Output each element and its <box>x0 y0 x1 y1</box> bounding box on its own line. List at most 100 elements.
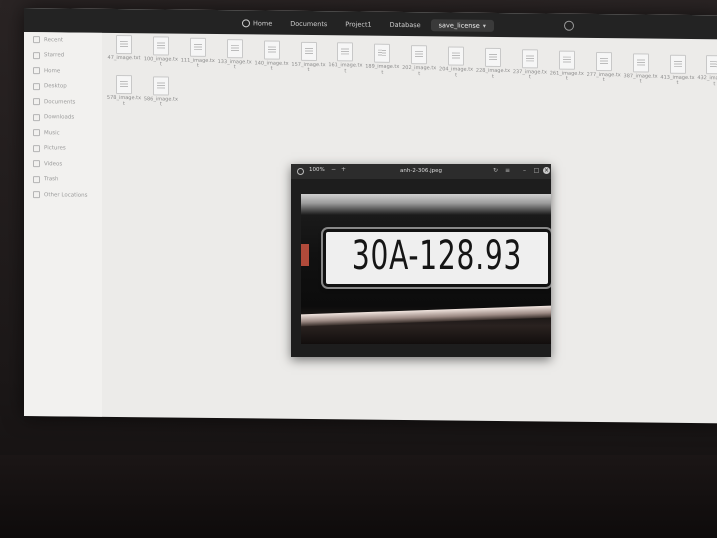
file-item[interactable]: 189_image.txt <box>364 43 400 76</box>
license-plate-photo: 30A-128.93 <box>301 194 551 344</box>
file-name: 228_image.txt <box>475 67 511 80</box>
text-file-icon <box>152 76 169 96</box>
file-item[interactable]: 261_image.txt <box>549 50 585 82</box>
taillight <box>301 244 309 266</box>
text-file-icon <box>300 41 317 61</box>
file-item[interactable]: 277_image.txt <box>586 51 622 84</box>
sidebar-item-icon <box>33 129 40 137</box>
file-name: 586_image.txt <box>143 96 178 108</box>
sidebar-item[interactable]: Videos <box>24 156 102 172</box>
plate-number: 30A-128.93 <box>351 233 523 279</box>
file-name: 202_image.txt <box>402 65 437 77</box>
file-name: 237_image.txt <box>512 69 547 81</box>
text-file-icon <box>448 46 465 66</box>
home-icon <box>242 19 250 28</box>
breadcrumb-home[interactable]: Home <box>234 17 280 29</box>
sidebar-item-icon <box>33 191 40 199</box>
sidebar-item[interactable]: Recent <box>24 32 102 48</box>
text-file-icon <box>669 54 686 74</box>
breadcrumb-save-license[interactable]: save_license ▾ <box>430 19 494 32</box>
breadcrumb-current-label: save_license <box>438 21 480 30</box>
text-file-icon <box>189 37 206 57</box>
sidebar-item-icon <box>33 67 40 75</box>
sidebar-item-icon <box>33 160 40 168</box>
search-icon[interactable] <box>564 20 574 31</box>
text-file-icon <box>116 34 132 55</box>
minimize-icon[interactable]: – <box>521 167 528 174</box>
sidebar-item-label: Desktop <box>44 83 67 90</box>
breadcrumb: Home Documents Project1 Database save_li… <box>234 15 494 34</box>
file-item[interactable]: 228_image.txt <box>475 47 511 80</box>
file-item[interactable]: 578_image.txt <box>106 74 142 107</box>
rotate-icon[interactable]: ↻ <box>492 167 499 174</box>
viewer-title: anh-2-306.jpeg <box>400 168 442 174</box>
sidebar-item[interactable]: Trash <box>24 172 102 188</box>
desk-surface <box>0 455 717 538</box>
file-name: 204_image.txt <box>439 66 474 79</box>
maximize-icon[interactable]: □ <box>533 167 540 174</box>
file-name: 100_image.txt <box>143 56 178 68</box>
file-name: 47_image.txt <box>107 54 141 62</box>
sidebar-item[interactable]: Other Locations <box>24 187 102 203</box>
text-file-icon <box>595 51 612 71</box>
file-item[interactable]: 157_image.txt <box>291 41 327 73</box>
chrome-bumper <box>301 305 551 327</box>
file-name: 387_image.txt <box>623 72 658 85</box>
sidebar-item-label: Recent <box>44 36 64 44</box>
file-name: 261_image.txt <box>549 70 584 82</box>
file-name: 111_image.txt <box>180 57 215 70</box>
breadcrumb-documents[interactable]: Documents <box>282 18 335 31</box>
file-item[interactable]: 100_image.txt <box>143 36 179 68</box>
breadcrumb-project1[interactable]: Project1 <box>337 18 379 30</box>
text-file-icon <box>263 40 280 60</box>
chevron-down-icon[interactable]: ▾ <box>483 23 486 30</box>
menu-icon[interactable]: ≡ <box>504 167 511 174</box>
sidebar-item[interactable]: Starred <box>24 48 102 64</box>
breadcrumb-database[interactable]: Database <box>382 19 429 31</box>
text-file-icon <box>632 52 649 73</box>
sidebar-item-label: Other Locations <box>44 191 88 199</box>
file-item[interactable]: 413_image.txt <box>660 54 696 86</box>
file-item[interactable]: 202_image.txt <box>401 45 437 77</box>
sidebar-item-label: Trash <box>44 176 59 183</box>
text-file-icon <box>226 38 243 58</box>
file-name: 578_image.txt <box>106 94 142 107</box>
file-name: 161_image.txt <box>328 62 363 75</box>
text-file-icon <box>558 50 575 70</box>
text-file-icon <box>485 47 501 67</box>
sidebar-item[interactable]: Downloads <box>24 110 102 126</box>
file-item[interactable]: 237_image.txt <box>512 49 548 81</box>
text-file-icon <box>337 42 354 62</box>
sidebar-item-label: Documents <box>44 98 76 106</box>
sidebar-item-label: Home <box>44 67 61 75</box>
file-name: 157_image.txt <box>291 61 326 73</box>
sidebar-item[interactable]: Music <box>24 125 102 141</box>
file-item[interactable]: 204_image.txt <box>438 46 474 78</box>
sidebar-item-icon <box>33 113 40 121</box>
sidebar-item-icon <box>33 36 40 44</box>
sidebar-item[interactable]: Desktop <box>24 79 102 95</box>
image-viewer-window: 100% − + anh-2-306.jpeg ↻ ≡ – □ × 30A-12… <box>291 164 551 357</box>
file-name: 140_image.txt <box>254 60 289 72</box>
text-file-icon <box>411 45 428 65</box>
sidebar-item[interactable]: Home <box>24 63 102 79</box>
file-item[interactable]: 387_image.txt <box>623 52 659 85</box>
file-item[interactable]: 161_image.txt <box>327 42 363 75</box>
sidebar-item-label: Videos <box>44 160 63 168</box>
close-icon[interactable]: × <box>543 167 550 174</box>
file-item[interactable]: 47_image.txt <box>106 34 142 62</box>
file-item[interactable]: 586_image.txt <box>143 76 179 108</box>
viewer-header: 100% − + anh-2-306.jpeg ↻ ≡ – □ × <box>291 164 551 179</box>
sidebar-item[interactable]: Documents <box>24 94 102 110</box>
sidebar-item-label: Music <box>44 129 60 137</box>
file-name: 277_image.txt <box>586 71 621 84</box>
sidebar-item-label: Starred <box>44 52 65 59</box>
breadcrumb-home-label: Home <box>253 19 273 28</box>
file-item[interactable]: 111_image.txt <box>180 37 216 69</box>
file-item[interactable]: 133_image.txt <box>217 38 253 71</box>
file-item[interactable]: 140_image.txt <box>254 40 290 72</box>
sidebar-item-icon <box>33 82 40 90</box>
file-item[interactable]: 432_image.txt <box>696 55 717 87</box>
sidebar-item[interactable]: Pictures <box>24 141 102 157</box>
text-file-icon <box>521 49 538 69</box>
